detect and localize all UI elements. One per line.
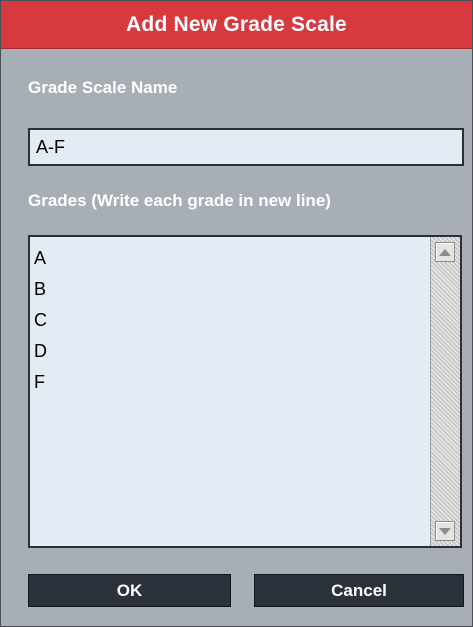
grades-label: Grades (Write each grade in new line): [28, 191, 331, 210]
triangle-up-icon: [439, 248, 451, 256]
cancel-button[interactable]: Cancel: [254, 574, 464, 607]
scroll-up-button[interactable]: [435, 242, 455, 262]
grade-scale-name-label: Grade Scale Name: [28, 78, 178, 97]
dialog-title: Add New Grade Scale: [1, 1, 472, 49]
grade-scale-name-input[interactable]: [28, 128, 464, 166]
add-grade-scale-dialog: Add New Grade Scale Grade Scale Name Gra…: [0, 0, 473, 627]
ok-button[interactable]: OK: [28, 574, 231, 607]
scroll-down-button[interactable]: [435, 521, 455, 541]
grades-scrollbar[interactable]: [430, 237, 460, 546]
grades-textarea-container: A B C D F: [28, 235, 462, 548]
triangle-down-icon: [439, 527, 451, 535]
grades-textarea[interactable]: A B C D F: [30, 237, 431, 546]
